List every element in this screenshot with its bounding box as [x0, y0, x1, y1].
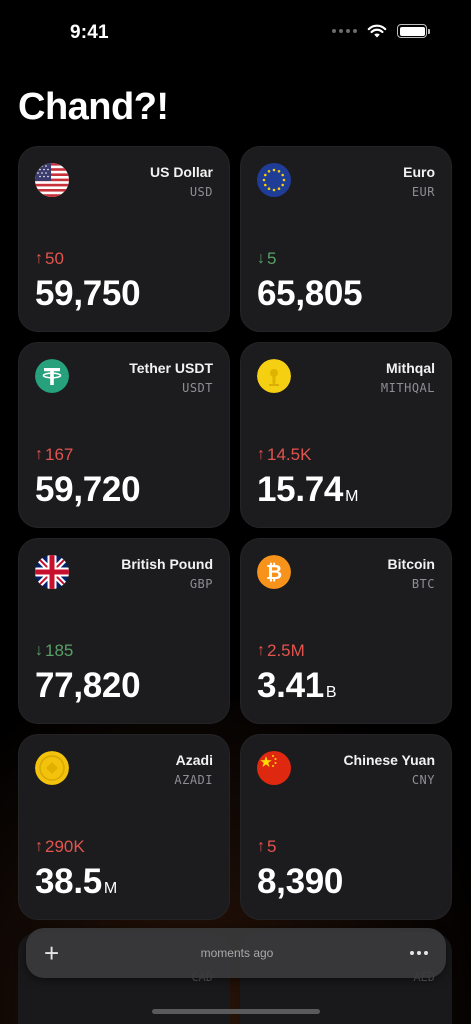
- bitcoin-icon: ₿: [257, 555, 291, 589]
- change-value: 167: [45, 445, 74, 464]
- price-change: ↑ 14.5K: [257, 445, 311, 465]
- currency-code: MITHQAL: [380, 381, 435, 395]
- currency-name: Chinese Yuan: [343, 752, 435, 768]
- wifi-icon: [367, 24, 387, 38]
- price-change: ↓ 185: [35, 641, 73, 661]
- price-value: 59,750: [35, 274, 141, 314]
- price-number: 38.5: [35, 862, 102, 901]
- arrow-down-icon: ↓: [35, 642, 43, 659]
- price-unit: M: [345, 488, 359, 505]
- currency-card-btc[interactable]: ₿ Bitcoin BTC ↑ 2.5M 3.41 B: [240, 538, 452, 724]
- eu-flag-icon: [257, 163, 291, 197]
- price-value: 38.5 M: [35, 862, 117, 902]
- status-icons: [332, 24, 430, 38]
- price-change: ↑ 2.5M: [257, 641, 305, 661]
- price-value: 65,805: [257, 274, 363, 314]
- currency-card-azadi[interactable]: Azadi AZADI ↑ 290K 38.5 M: [18, 734, 230, 920]
- battery-icon: [397, 24, 430, 38]
- arrow-up-icon: ↑: [35, 838, 43, 855]
- currency-name: Bitcoin: [387, 556, 435, 572]
- currency-name: Euro: [403, 164, 435, 180]
- price-number: 8,390: [257, 862, 344, 901]
- page-title: Chand?!: [18, 86, 169, 128]
- currency-card-usdt[interactable]: Tether USDT USDT ↑ 167 59,720: [18, 342, 230, 528]
- change-value: 185: [45, 641, 74, 660]
- change-value: 2.5M: [267, 641, 305, 660]
- arrow-down-icon: ↓: [257, 250, 265, 267]
- add-currency-button[interactable]: +: [44, 940, 64, 966]
- arrow-up-icon: ↑: [35, 446, 43, 463]
- currency-card-mithqal[interactable]: Mithqal MITHQAL ↑ 14.5K 15.74 M: [240, 342, 452, 528]
- uk-flag-icon: [35, 555, 69, 589]
- ellipsis-icon: [409, 951, 414, 955]
- us-flag-icon: [35, 163, 69, 197]
- svg-text:₿: ₿: [266, 560, 282, 584]
- tether-icon: [35, 359, 69, 393]
- currency-code: CNY: [411, 773, 435, 787]
- change-value: 290K: [45, 837, 85, 856]
- more-options-button[interactable]: [409, 951, 428, 955]
- arrow-up-icon: ↑: [35, 250, 43, 267]
- gold-coin-icon: [257, 359, 291, 393]
- home-indicator[interactable]: [152, 1009, 320, 1014]
- price-number: 3.41: [257, 666, 324, 705]
- signal-icon: [332, 29, 357, 33]
- change-value: 5: [267, 249, 277, 268]
- azadi-coin-icon: [35, 751, 69, 785]
- currency-name: Tether USDT: [129, 360, 213, 376]
- bottom-toolbar: + moments ago: [26, 928, 446, 978]
- price-number: 59,750: [35, 274, 141, 313]
- currency-code: AZADI: [174, 773, 213, 787]
- price-value: 3.41 B: [257, 666, 337, 706]
- currency-card-gbp[interactable]: British Pound GBP ↓ 185 77,820: [18, 538, 230, 724]
- price-number: 59,720: [35, 470, 141, 509]
- price-number: 15.74: [257, 470, 344, 509]
- change-value: 5: [267, 837, 277, 856]
- arrow-up-icon: ↑: [257, 446, 265, 463]
- arrow-up-icon: ↑: [257, 838, 265, 855]
- arrow-up-icon: ↑: [257, 642, 265, 659]
- currency-code: USDT: [182, 381, 213, 395]
- currency-code: GBP: [189, 577, 213, 591]
- last-updated-label: moments ago: [200, 946, 274, 960]
- price-number: 77,820: [35, 666, 141, 705]
- currency-code: USD: [189, 185, 213, 199]
- currency-card-cny[interactable]: Chinese Yuan CNY ↑ 5 8,390: [240, 734, 452, 920]
- currency-name: Mithqal: [386, 360, 435, 376]
- change-value: 14.5K: [267, 445, 312, 464]
- price-number: 65,805: [257, 274, 363, 313]
- price-unit: B: [325, 684, 337, 701]
- currency-card-usd[interactable]: US Dollar USD ↑ 50 59,750: [18, 146, 230, 332]
- price-change: ↑ 290K: [35, 837, 85, 857]
- price-change: ↑ 5: [257, 837, 276, 857]
- currency-grid: US Dollar USD ↑ 50 59,750 Euro EUR ↓ 5 6…: [18, 146, 454, 920]
- currency-code: BTC: [411, 577, 435, 591]
- price-change: ↑ 167: [35, 445, 73, 465]
- price-change: ↑ 50: [35, 249, 64, 269]
- change-value: 50: [45, 249, 64, 268]
- price-value: 8,390: [257, 862, 343, 902]
- currency-name: Azadi: [175, 752, 213, 768]
- price-change: ↓ 5: [257, 249, 276, 269]
- price-value: 59,720: [35, 470, 141, 510]
- currency-name: US Dollar: [149, 164, 213, 180]
- currency-code: EUR: [411, 185, 435, 199]
- status-time: 9:41: [70, 22, 109, 43]
- price-value: 15.74 M: [257, 470, 358, 510]
- currency-name: British Pound: [121, 556, 213, 572]
- status-bar: 9:41: [0, 0, 471, 68]
- currency-card-eur[interactable]: Euro EUR ↓ 5 65,805: [240, 146, 452, 332]
- price-unit: M: [103, 880, 117, 897]
- china-flag-icon: [257, 751, 291, 785]
- price-value: 77,820: [35, 666, 141, 706]
